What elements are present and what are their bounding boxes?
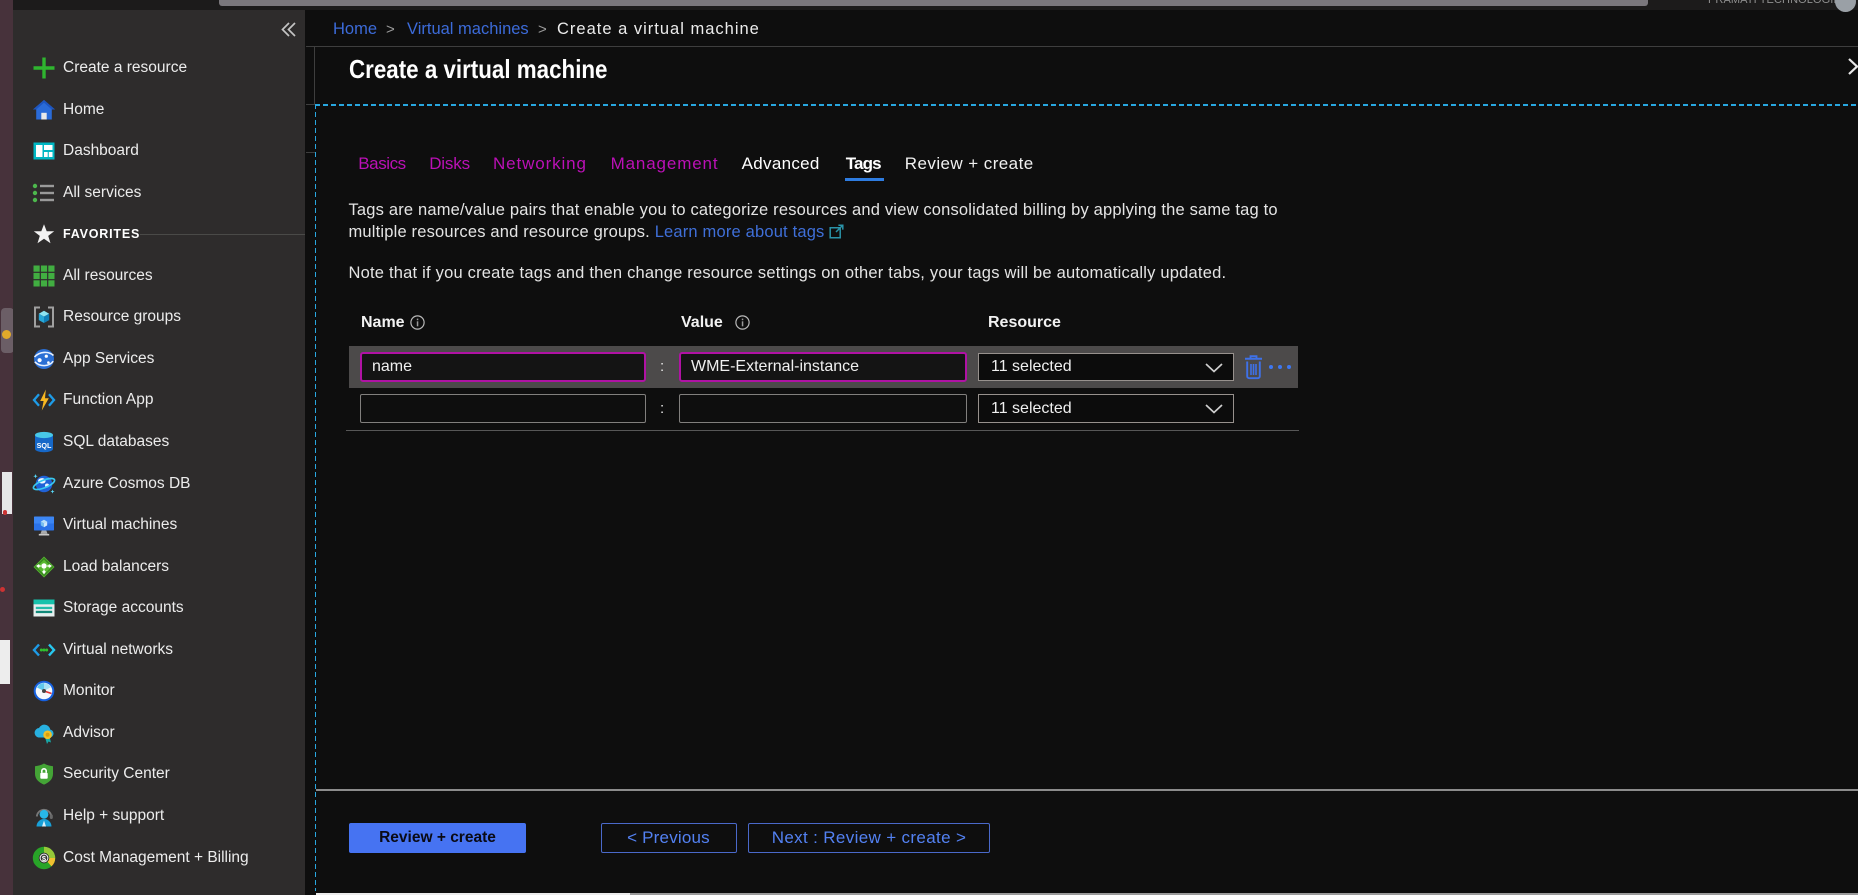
svg-text:SQL: SQL [37, 441, 52, 450]
